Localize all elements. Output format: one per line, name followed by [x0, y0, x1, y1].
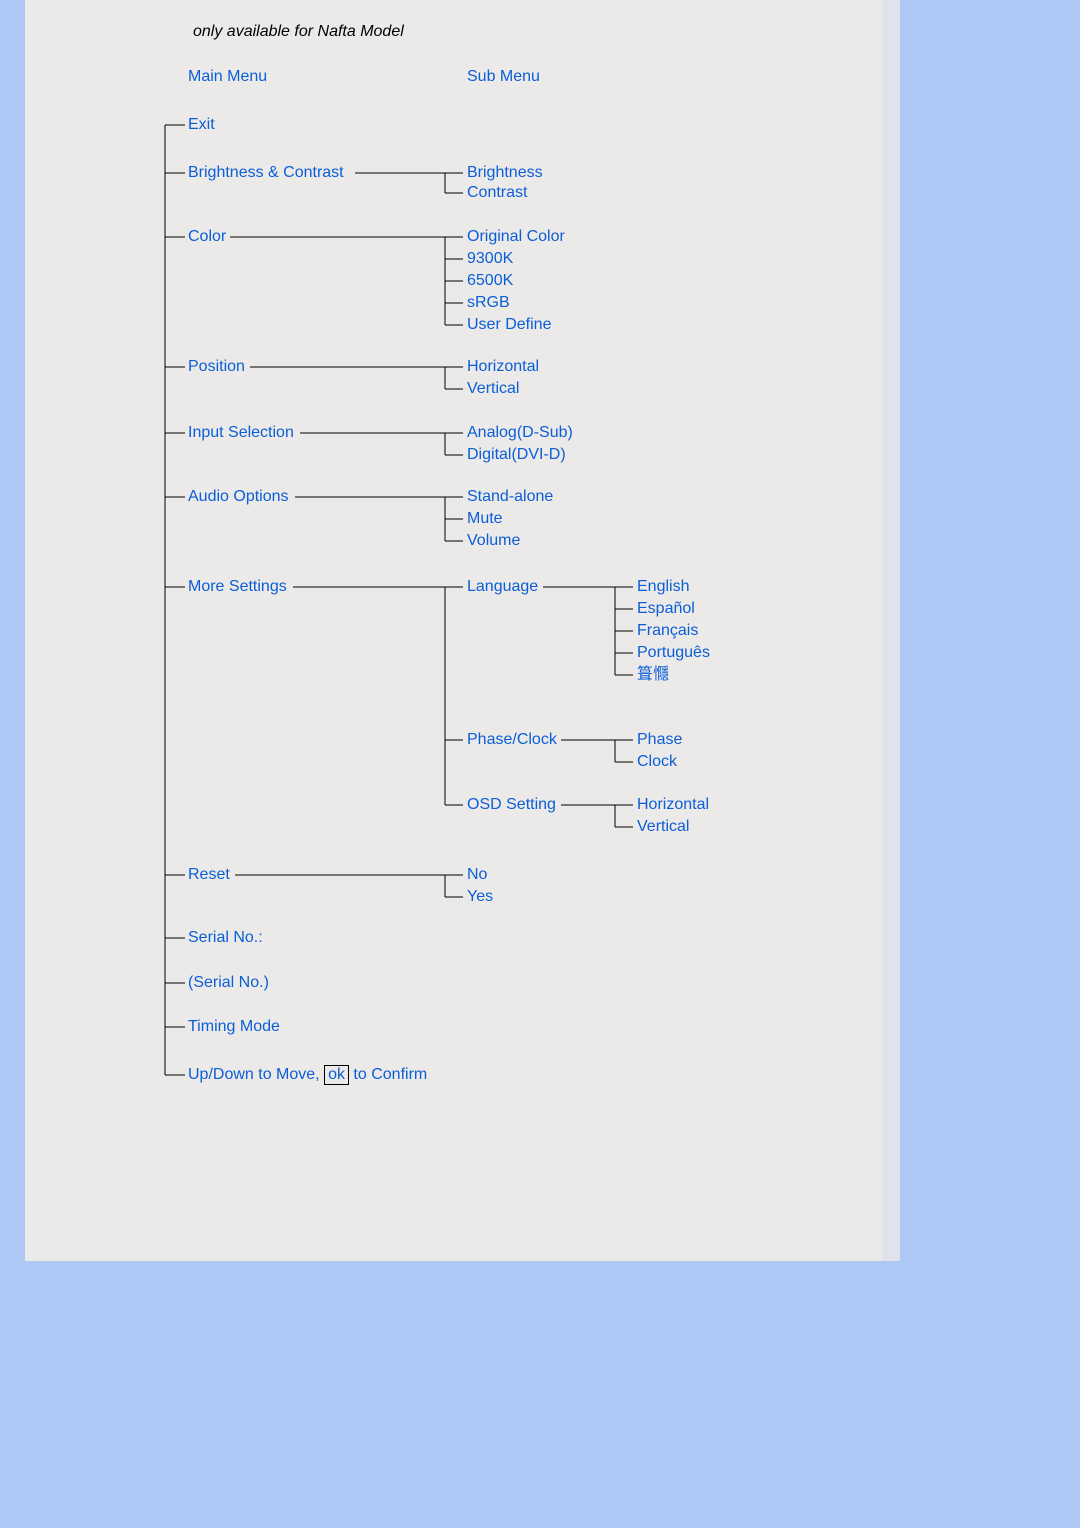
- main-input-selection: Input Selection: [188, 423, 294, 443]
- sub-osd-setting: OSD Setting: [467, 795, 556, 815]
- sub-digital: Digital(DVI-D): [467, 445, 566, 465]
- hint-pre: Up/Down to Move,: [188, 1066, 320, 1083]
- main-color: Color: [188, 227, 226, 247]
- sub-9300k: 9300K: [467, 249, 513, 269]
- note-text: only available for Nafta Model: [193, 22, 404, 42]
- sub-user-define: User Define: [467, 315, 551, 335]
- sub-mute: Mute: [467, 509, 503, 529]
- connector-lines: [25, 0, 882, 1261]
- sub-no: No: [467, 865, 487, 885]
- main-serial-no-value: (Serial No.): [188, 973, 269, 993]
- main-hint: Up/Down to Move, ok to Confirm: [188, 1065, 427, 1085]
- sub-yes: Yes: [467, 887, 493, 907]
- main-reset: Reset: [188, 865, 230, 885]
- sub-analog: Analog(D-Sub): [467, 423, 573, 443]
- main-position: Position: [188, 357, 245, 377]
- main-timing-mode: Timing Mode: [188, 1017, 280, 1037]
- lang-english: English: [637, 577, 689, 597]
- lang-francais: Français: [637, 621, 698, 641]
- ok-box: ok: [324, 1065, 349, 1085]
- sub-contrast: Contrast: [467, 183, 527, 203]
- sub-menu-header: Sub Menu: [467, 67, 540, 87]
- lang-chinese: 箿㦩: [637, 665, 669, 685]
- main-menu-header: Main Menu: [188, 67, 267, 87]
- scrollbar-track[interactable]: [882, 0, 900, 1261]
- sub-volume: Volume: [467, 531, 520, 551]
- hint-post: to Confirm: [353, 1066, 427, 1083]
- sub-phase-clock: Phase/Clock: [467, 730, 557, 750]
- sub-vertical: Vertical: [467, 379, 519, 399]
- lang-portugues: Português: [637, 643, 710, 663]
- pc-phase: Phase: [637, 730, 682, 750]
- sub-original-color: Original Color: [467, 227, 565, 247]
- main-more-settings: More Settings: [188, 577, 287, 597]
- main-serial-no-label: Serial No.:: [188, 928, 263, 948]
- sub-brightness: Brightness: [467, 163, 543, 183]
- sub-stand-alone: Stand-alone: [467, 487, 553, 507]
- sub-language: Language: [467, 577, 538, 597]
- sub-srgb: sRGB: [467, 293, 510, 313]
- diagram-page: only available for Nafta Model Main Menu…: [25, 0, 882, 1261]
- sub-horizontal: Horizontal: [467, 357, 539, 377]
- sub-6500k: 6500K: [467, 271, 513, 291]
- main-exit: Exit: [188, 115, 215, 135]
- main-brightness-contrast: Brightness & Contrast: [188, 163, 344, 183]
- main-audio-options: Audio Options: [188, 487, 289, 507]
- pc-clock: Clock: [637, 752, 677, 772]
- osd-horizontal: Horizontal: [637, 795, 709, 815]
- osd-vertical: Vertical: [637, 817, 689, 837]
- lang-espanol: Español: [637, 599, 695, 619]
